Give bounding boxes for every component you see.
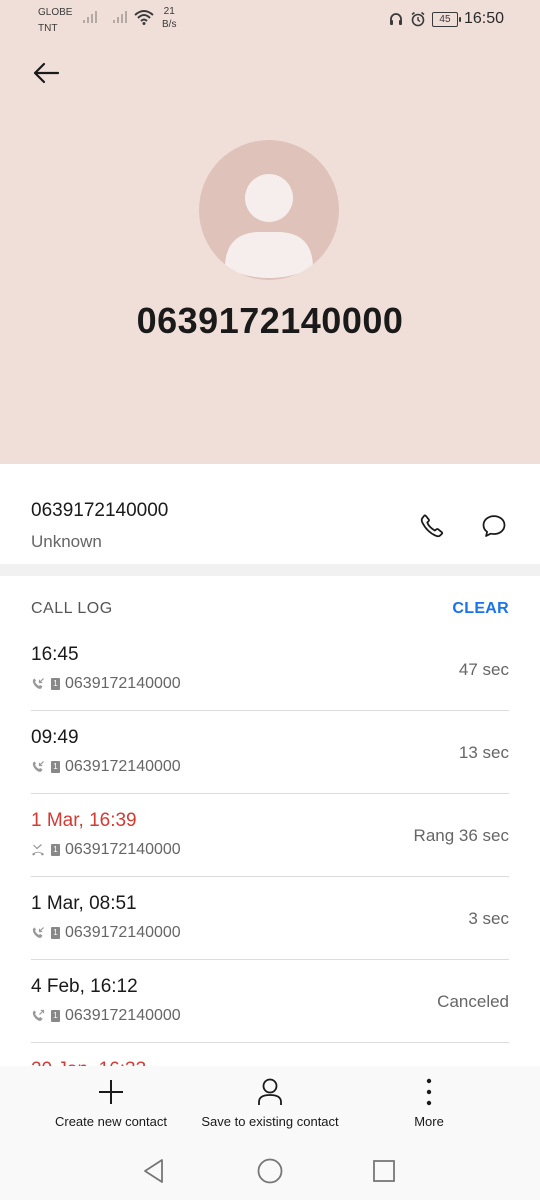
save-existing-label: Save to existing contact	[201, 1114, 339, 1129]
status-time: 16:50	[463, 10, 504, 27]
signal-icon	[113, 11, 127, 23]
message-button[interactable]	[474, 506, 514, 546]
sim-icon: 1	[51, 844, 60, 856]
call-date: 16:45	[31, 644, 79, 665]
call-duration: 13 sec	[458, 743, 509, 762]
system-nav-bar	[0, 1142, 540, 1200]
call-log-entry[interactable]: 4 Feb, 16:12 1 0639172140000 Canceled	[31, 960, 509, 1043]
clear-button[interactable]: CLEAR	[452, 600, 509, 618]
sim-icon: 1	[51, 1010, 60, 1022]
contact-number-type: Unknown	[31, 532, 102, 551]
nav-recents-button[interactable]	[369, 1156, 399, 1186]
create-contact-label: Create new contact	[54, 1114, 167, 1129]
contact-phone-number: 0639172140000	[31, 500, 169, 521]
alarm-icon	[411, 11, 425, 27]
call-number: 0639172140000	[65, 841, 181, 858]
carrier-2: TNT	[38, 23, 58, 34]
person-icon	[258, 1078, 282, 1105]
phone-icon	[420, 514, 444, 538]
call-date: 1 Mar, 16:39	[31, 810, 137, 831]
carrier-info: GLOBE TNT	[38, 5, 72, 37]
back-arrow-icon	[33, 62, 60, 84]
call-details: 1 0639172140000	[31, 1007, 181, 1025]
more-label: More	[414, 1114, 444, 1129]
nav-recents-icon	[373, 1160, 395, 1182]
signal-icon	[83, 11, 97, 23]
call-number: 0639172140000	[65, 675, 181, 692]
network-speed: 21 B/s	[162, 5, 176, 31]
person-avatar-icon	[225, 174, 313, 278]
call-number: 0639172140000	[65, 758, 181, 775]
call-log-list: 16:45 1 0639172140000 47 sec 09:49 1 063…	[0, 628, 540, 1125]
more-button[interactable]: More	[339, 1076, 519, 1129]
plus-icon	[99, 1080, 123, 1104]
nav-back-icon	[144, 1159, 163, 1183]
bottom-action-bar: Create new contact Save to existing cont…	[0, 1066, 540, 1142]
contact-number-title: 0639172140000	[136, 300, 404, 341]
sim-icon: 1	[51, 927, 60, 939]
status-bar: GLOBE TNT 21 B/s 45 16:50	[0, 0, 540, 40]
call-duration: Canceled	[437, 992, 509, 1011]
contact-header: GLOBE TNT 21 B/s 45 16:50 0639172140000	[0, 0, 540, 464]
battery-icon: 45	[431, 11, 461, 27]
status-right: 45 16:50	[388, 8, 504, 30]
call-log-entry[interactable]: 1 Mar, 08:51 1 0639172140000 3 sec	[31, 877, 509, 960]
call-log-entry[interactable]: 1 Mar, 16:39 1 0639172140000 Rang 36 sec	[31, 794, 509, 877]
avatar	[199, 140, 339, 280]
nav-back-button[interactable]	[139, 1156, 169, 1186]
incoming-call-icon	[32, 927, 44, 938]
call-log-entry[interactable]: 09:49 1 0639172140000 13 sec	[31, 711, 509, 794]
call-details: 1 0639172140000	[31, 841, 181, 859]
headset-icon	[389, 13, 402, 25]
incoming-call-icon	[32, 678, 44, 689]
call-button[interactable]	[412, 506, 452, 546]
call-date: 09:49	[31, 727, 79, 748]
create-contact-button[interactable]: Create new contact	[21, 1076, 201, 1129]
sim-icon: 1	[51, 761, 60, 773]
nav-home-button[interactable]	[255, 1156, 285, 1186]
contact-card: 0639172140000 Unknown	[0, 464, 540, 564]
call-number: 0639172140000	[65, 924, 181, 941]
message-icon	[482, 515, 506, 537]
section-divider	[0, 564, 540, 576]
call-details: 1 0639172140000	[31, 675, 181, 693]
call-details: 1 0639172140000	[31, 924, 181, 942]
back-button[interactable]	[28, 56, 64, 90]
call-duration: Rang 36 sec	[413, 826, 509, 845]
call-log-title: CALL LOG	[31, 600, 113, 617]
network-speed-unit: B/s	[162, 19, 177, 30]
save-existing-button[interactable]: Save to existing contact	[180, 1076, 360, 1129]
outgoing-call-icon	[32, 1009, 45, 1021]
nav-home-icon	[257, 1158, 283, 1184]
incoming-call-icon	[32, 761, 44, 772]
call-date: 1 Mar, 08:51	[31, 893, 137, 914]
missed-call-icon	[32, 844, 44, 856]
sim-icon: 1	[51, 678, 60, 690]
more-vertical-icon	[426, 1078, 432, 1106]
carrier-1: GLOBE	[38, 7, 73, 18]
call-log-entry[interactable]: 16:45 1 0639172140000 47 sec	[31, 628, 509, 711]
network-speed-value: 21	[163, 6, 175, 17]
call-number: 0639172140000	[65, 1007, 181, 1024]
call-details: 1 0639172140000	[31, 758, 181, 776]
wifi-icon	[134, 10, 154, 25]
call-date: 4 Feb, 16:12	[31, 976, 138, 997]
call-duration: 3 sec	[468, 909, 509, 928]
call-duration: 47 sec	[458, 660, 509, 679]
